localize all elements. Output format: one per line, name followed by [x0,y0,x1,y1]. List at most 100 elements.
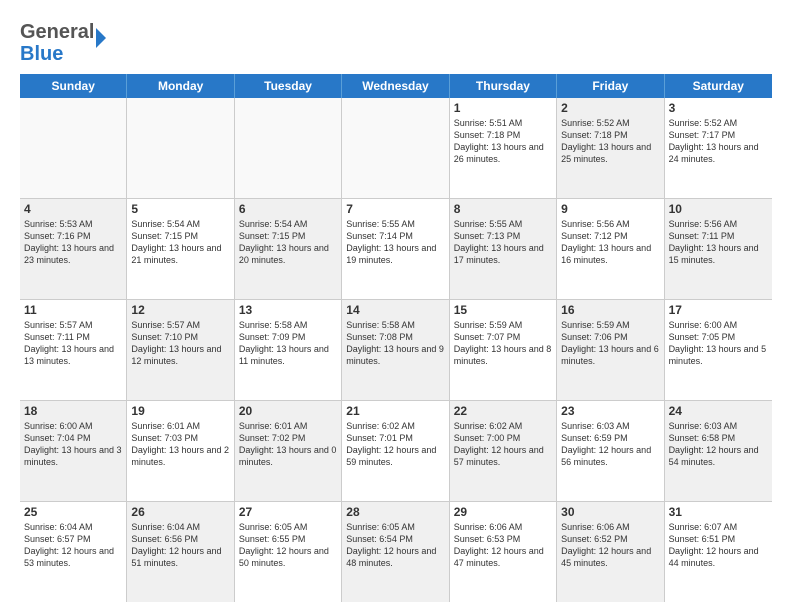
empty-cell [342,98,449,198]
day-number: 1 [454,101,552,115]
day-cell-17: 17Sunrise: 6:00 AM Sunset: 7:05 PM Dayli… [665,300,772,400]
day-number: 26 [131,505,229,519]
cell-info: Sunrise: 5:51 AM Sunset: 7:18 PM Dayligh… [454,117,552,166]
day-of-week-monday: Monday [127,74,234,98]
cell-info: Sunrise: 5:56 AM Sunset: 7:12 PM Dayligh… [561,218,659,267]
day-cell-26: 26 Sunrise: 6:04 AM Sunset: 6:56 PM Dayli… [127,502,234,602]
calendar-body: 1 Sunrise: 5:51 AM Sunset: 7:18 PM Daylig… [20,98,772,602]
cell-info: Sunrise: 6:01 AM Sunset: 7:02 PM Dayligh… [239,420,337,469]
day-of-week-friday: Friday [557,74,664,98]
day-number: 3 [669,101,768,115]
day-number: 11 [24,303,122,317]
week-row-1: 1 Sunrise: 5:51 AM Sunset: 7:18 PM Daylig… [20,98,772,199]
calendar-header: SundayMondayTuesdayWednesdayThursdayFrid… [20,74,772,98]
day-number: 25 [24,505,122,519]
day-number: 12 [131,303,229,317]
day-of-week-thursday: Thursday [450,74,557,98]
day-cell-9: 9 Sunrise: 5:56 AM Sunset: 7:12 PM Daylig… [557,199,664,299]
day-number: 23 [561,404,659,418]
day-number: 22 [454,404,552,418]
day-number: 21 [346,404,444,418]
day-cell-29: 29 Sunrise: 6:06 AM Sunset: 6:53 PM Dayli… [450,502,557,602]
day-cell-30: 30Sunrise: 6:06 AM Sunset: 6:52 PM Dayli… [557,502,664,602]
day-of-week-saturday: Saturday [665,74,772,98]
cell-info: Sunrise: 5:58 AM Sunset: 7:08 PM Dayligh… [346,319,444,368]
day-number: 19 [131,404,229,418]
logo-svg: GeneralBlue [20,18,110,64]
calendar: SundayMondayTuesdayWednesdayThursdayFrid… [20,74,772,602]
day-cell-10: 10 Sunrise: 5:56 AM Sunset: 7:11 PM Dayli… [665,199,772,299]
day-number: 6 [239,202,337,216]
cell-info: Sunrise: 6:05 AM Sunset: 6:55 PM Dayligh… [239,521,337,570]
empty-cell [20,98,127,198]
day-cell-18: 18Sunrise: 6:00 AM Sunset: 7:04 PM Dayli… [20,401,127,501]
day-cell-6: 6 Sunrise: 5:54 AM Sunset: 7:15 PM Daylig… [235,199,342,299]
cell-info: Sunrise: 6:02 AM Sunset: 7:00 PM Dayligh… [454,420,552,469]
day-number: 4 [24,202,122,216]
cell-info: Sunrise: 6:03 AM Sunset: 6:58 PM Dayligh… [669,420,768,469]
cell-info: Sunrise: 5:56 AM Sunset: 7:11 PM Dayligh… [669,218,768,267]
day-number: 9 [561,202,659,216]
svg-text:General: General [20,21,94,43]
cell-info: Sunrise: 5:52 AM Sunset: 7:18 PM Dayligh… [561,117,659,166]
day-number: 29 [454,505,552,519]
cell-info: Sunrise: 6:04 AM Sunset: 6:56 PM Dayligh… [131,521,229,570]
cell-info: Sunrise: 5:53 AM Sunset: 7:16 PM Dayligh… [24,218,122,267]
header: GeneralBlue [20,18,772,64]
cell-info: Sunrise: 5:52 AM Sunset: 7:17 PM Dayligh… [669,117,768,166]
day-cell-7: 7Sunrise: 5:55 AM Sunset: 7:14 PM Daylig… [342,199,449,299]
cell-info: Sunrise: 5:57 AM Sunset: 7:10 PM Dayligh… [131,319,229,368]
cell-info: Sunrise: 5:55 AM Sunset: 7:13 PM Dayligh… [454,218,552,267]
day-cell-3: 3 Sunrise: 5:52 AM Sunset: 7:17 PM Daylig… [665,98,772,198]
day-number: 13 [239,303,337,317]
cell-info: Sunrise: 6:02 AM Sunset: 7:01 PM Dayligh… [346,420,444,469]
day-cell-20: 20Sunrise: 6:01 AM Sunset: 7:02 PM Dayli… [235,401,342,501]
svg-text:Blue: Blue [20,43,63,64]
day-cell-16: 16Sunrise: 5:59 AM Sunset: 7:06 PM Dayli… [557,300,664,400]
day-number: 28 [346,505,444,519]
day-of-week-wednesday: Wednesday [342,74,449,98]
day-cell-1: 1 Sunrise: 5:51 AM Sunset: 7:18 PM Daylig… [450,98,557,198]
day-cell-21: 21 Sunrise: 6:02 AM Sunset: 7:01 PM Dayli… [342,401,449,501]
day-number: 24 [669,404,768,418]
cell-info: Sunrise: 5:57 AM Sunset: 7:11 PM Dayligh… [24,319,122,368]
day-cell-11: 11 Sunrise: 5:57 AM Sunset: 7:11 PM Dayli… [20,300,127,400]
day-of-week-tuesday: Tuesday [235,74,342,98]
cell-info: Sunrise: 5:59 AM Sunset: 7:07 PM Dayligh… [454,319,552,368]
cell-info: Sunrise: 5:54 AM Sunset: 7:15 PM Dayligh… [239,218,337,267]
cell-info: Sunrise: 5:55 AM Sunset: 7:14 PM Dayligh… [346,218,444,267]
week-row-3: 11 Sunrise: 5:57 AM Sunset: 7:11 PM Dayli… [20,300,772,401]
day-number: 2 [561,101,659,115]
page: GeneralBlue SundayMondayTuesdayWednesday… [0,0,792,612]
day-number: 17 [669,303,768,317]
day-number: 10 [669,202,768,216]
day-of-week-sunday: Sunday [20,74,127,98]
week-row-4: 18Sunrise: 6:00 AM Sunset: 7:04 PM Dayli… [20,401,772,502]
day-number: 15 [454,303,552,317]
cell-info: Sunrise: 6:06 AM Sunset: 6:53 PM Dayligh… [454,521,552,570]
logo: GeneralBlue [20,18,110,64]
day-cell-4: 4 Sunrise: 5:53 AM Sunset: 7:16 PM Daylig… [20,199,127,299]
empty-cell [127,98,234,198]
cell-info: Sunrise: 6:07 AM Sunset: 6:51 PM Dayligh… [669,521,768,570]
cell-info: Sunrise: 6:01 AM Sunset: 7:03 PM Dayligh… [131,420,229,469]
day-cell-27: 27Sunrise: 6:05 AM Sunset: 6:55 PM Dayli… [235,502,342,602]
day-cell-8: 8Sunrise: 5:55 AM Sunset: 7:13 PM Daylig… [450,199,557,299]
cell-info: Sunrise: 5:59 AM Sunset: 7:06 PM Dayligh… [561,319,659,368]
day-cell-23: 23Sunrise: 6:03 AM Sunset: 6:59 PM Dayli… [557,401,664,501]
day-cell-31: 31Sunrise: 6:07 AM Sunset: 6:51 PM Dayli… [665,502,772,602]
day-number: 14 [346,303,444,317]
day-number: 5 [131,202,229,216]
day-cell-12: 12 Sunrise: 5:57 AM Sunset: 7:10 PM Dayli… [127,300,234,400]
day-cell-24: 24 Sunrise: 6:03 AM Sunset: 6:58 PM Dayli… [665,401,772,501]
week-row-2: 4 Sunrise: 5:53 AM Sunset: 7:16 PM Daylig… [20,199,772,300]
day-number: 18 [24,404,122,418]
day-cell-13: 13 Sunrise: 5:58 AM Sunset: 7:09 PM Dayli… [235,300,342,400]
day-cell-5: 5Sunrise: 5:54 AM Sunset: 7:15 PM Daylig… [127,199,234,299]
cell-info: Sunrise: 5:58 AM Sunset: 7:09 PM Dayligh… [239,319,337,368]
day-cell-22: 22 Sunrise: 6:02 AM Sunset: 7:00 PM Dayli… [450,401,557,501]
day-cell-28: 28Sunrise: 6:05 AM Sunset: 6:54 PM Dayli… [342,502,449,602]
empty-cell [235,98,342,198]
day-cell-2: 2 Sunrise: 5:52 AM Sunset: 7:18 PM Daylig… [557,98,664,198]
day-cell-15: 15 Sunrise: 5:59 AM Sunset: 7:07 PM Dayli… [450,300,557,400]
